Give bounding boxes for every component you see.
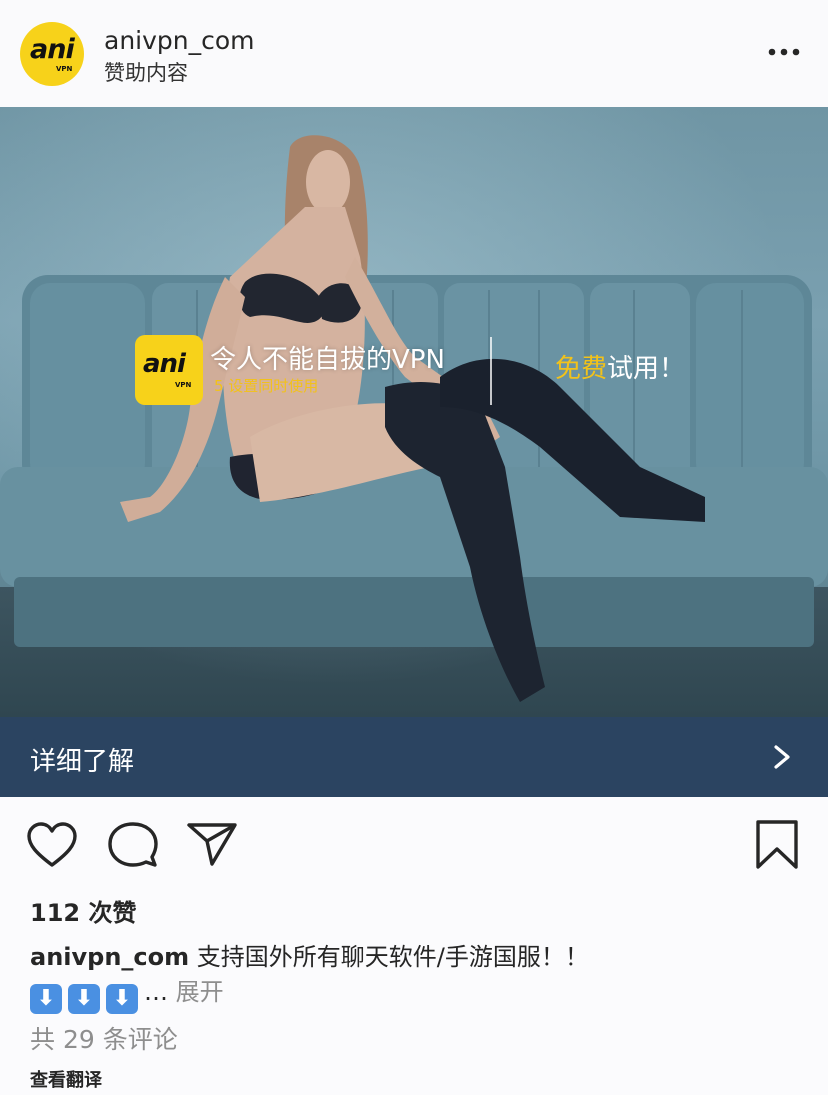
avatar[interactable]: ani VPN xyxy=(20,22,84,86)
see-translation-link[interactable]: 查看翻译 xyxy=(30,1066,102,1092)
caption-more-link[interactable]: 展开 xyxy=(176,978,224,1006)
bookmark-icon[interactable] xyxy=(754,819,800,871)
post-username[interactable]: anivpn_com xyxy=(104,26,255,55)
model-figure-graphic xyxy=(120,135,705,702)
comment-icon[interactable] xyxy=(108,821,158,869)
caption-line-2: ⬇ ⬇ ⬇… 展开 xyxy=(30,974,224,1014)
ad-image[interactable]: ani VPN 令人不能自拔的VPN 5 设置同时使用 免费试用！ xyxy=(0,107,828,717)
ad-subline: 5 设置同时使用 xyxy=(214,377,319,395)
share-icon[interactable] xyxy=(186,821,238,867)
learn-more-label: 详细了解 xyxy=(30,747,135,777)
ad-logo-text: ani xyxy=(143,349,186,379)
ad-cta-text: 免费试用！ xyxy=(555,348,685,385)
down-arrow-emoji: ⬇ xyxy=(30,984,62,1014)
avatar-logo-sub: VPN xyxy=(56,65,73,73)
caption-text: 支持国外所有聊天软件/手游国服！！ xyxy=(196,943,589,971)
ad-divider xyxy=(490,337,492,405)
down-arrow-emoji: ⬇ xyxy=(68,984,100,1014)
post-header: ani VPN anivpn_com 赞助内容 xyxy=(0,0,828,107)
down-arrow-emoji: ⬇ xyxy=(106,984,138,1014)
sponsored-label: 赞助内容 xyxy=(104,61,188,85)
action-bar xyxy=(0,797,828,892)
ad-cta-rest: 试用！ xyxy=(607,354,686,384)
ad-logo: ani VPN xyxy=(135,335,203,405)
ad-logo-sub: VPN xyxy=(175,381,192,389)
ad-cta-highlight: 免费 xyxy=(555,354,608,384)
caption: anivpn_com 支持国外所有聊天软件/手游国服！！ xyxy=(30,939,810,975)
learn-more-button[interactable]: 详细了解 xyxy=(0,717,828,797)
heart-icon[interactable] xyxy=(26,821,78,869)
view-comments-link[interactable]: 共 29 条评论 xyxy=(30,1020,178,1056)
caption-username[interactable]: anivpn_com xyxy=(30,943,189,971)
chevron-right-icon xyxy=(774,745,790,769)
ad-headline: 令人不能自拔的VPN xyxy=(210,345,445,375)
likes-count[interactable]: 112 次赞 xyxy=(30,893,136,928)
more-icon[interactable] xyxy=(764,40,804,64)
avatar-logo-text: ani xyxy=(30,34,75,65)
caption-ellipsis: … xyxy=(144,978,168,1006)
